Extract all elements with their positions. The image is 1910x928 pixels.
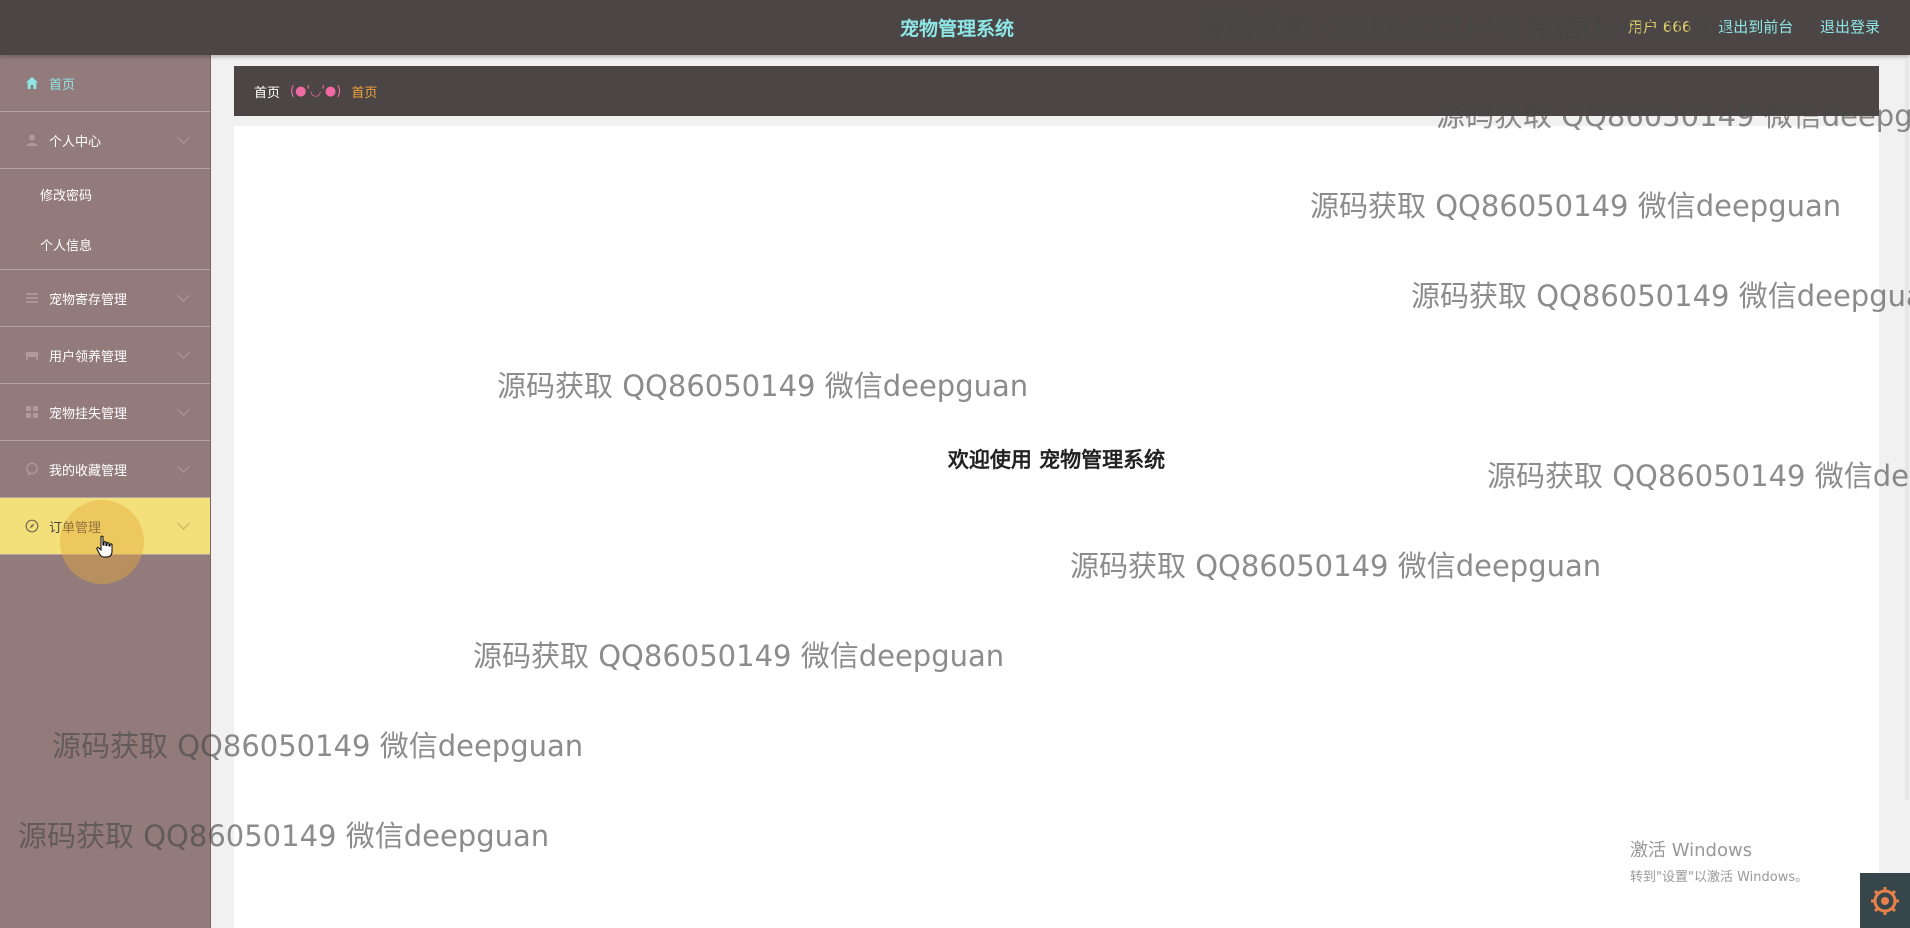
sidebar-item-lost-pets[interactable]: 宠物挂失管理 — [0, 384, 210, 441]
breadcrumb-separator: (●'◡'●) — [290, 83, 342, 99]
front-page-link[interactable]: 退出到前台 — [1718, 18, 1793, 36]
sidebar-item-label: 订单管理 — [49, 520, 102, 536]
bed-icon — [24, 347, 40, 363]
sidebar-menu: 首页 个人中心 修改密码 个人信息 宠物寄存管理 用户领养管理 宠物挂失管理 我… — [0, 55, 211, 928]
list-icon — [24, 290, 40, 306]
app-root: 宠物管理系统 用户 666 退出到前台 退出登录 首页 个人中心 修改密码 个人… — [0, 0, 1910, 928]
gear-icon — [1871, 886, 1899, 915]
grid-icon — [24, 404, 40, 420]
hand-cursor-icon — [96, 535, 114, 563]
breadcrumb-home[interactable]: 首页 — [254, 82, 280, 101]
sidebar-item-personal-center[interactable]: 个人中心 — [0, 112, 210, 169]
breadcrumb-current: 首页 — [351, 85, 378, 101]
floating-widget-button[interactable] — [1860, 873, 1910, 928]
chevron-down-icon — [177, 517, 190, 530]
content-panel: 欢迎使用 宠物管理系统 — [234, 126, 1879, 928]
header-actions: 用户 666 退出到前台 退出登录 — [1606, 16, 1880, 37]
app-title: 宠物管理系统 — [900, 18, 1015, 40]
top-header: 宠物管理系统 用户 666 退出到前台 退出登录 — [0, 0, 1910, 55]
chevron-down-icon — [177, 460, 190, 473]
chevron-down-icon — [177, 403, 190, 416]
submenu-personal-info[interactable]: 个人信息 — [0, 219, 210, 269]
breadcrumb: 首页 (●'◡'●) 首页 — [234, 66, 1879, 116]
windows-activation-notice: 激活 Windows 转到"设置"以激活 Windows。 — [1630, 836, 1808, 885]
sidebar-item-label: 用户领养管理 — [49, 349, 128, 365]
sidebar-item-label: 宠物寄存管理 — [49, 292, 128, 308]
sidebar-item-label: 首页 — [49, 77, 76, 93]
personal-center-submenu: 修改密码 个人信息 — [0, 169, 210, 270]
sidebar-item-home[interactable]: 首页 — [0, 55, 210, 112]
sidebar-item-pet-boarding[interactable]: 宠物寄存管理 — [0, 270, 210, 327]
scrollbar[interactable] — [1905, 60, 1909, 800]
chevron-down-icon — [177, 289, 190, 302]
sidebar-item-adoption[interactable]: 用户领养管理 — [0, 327, 210, 384]
user-icon — [24, 132, 40, 148]
chevron-down-icon — [177, 131, 190, 144]
activation-subtitle: 转到"设置"以激活 Windows。 — [1630, 870, 1809, 885]
main-area: 首页 (●'◡'●) 首页 欢迎使用 宠物管理系统 — [234, 66, 1879, 928]
current-user-label: 用户 666 — [1628, 18, 1692, 36]
home-icon — [24, 75, 40, 91]
activation-title: 激活 Windows — [1630, 840, 1753, 861]
chat-icon — [24, 461, 40, 477]
sidebar-item-label: 个人中心 — [49, 134, 102, 150]
welcome-message: 欢迎使用 宠物管理系统 — [947, 448, 1166, 472]
sidebar-item-favorites[interactable]: 我的收藏管理 — [0, 441, 210, 498]
chevron-down-icon — [177, 346, 190, 359]
compass-icon — [24, 518, 40, 534]
sidebar-item-label: 宠物挂失管理 — [49, 406, 128, 422]
submenu-change-password[interactable]: 修改密码 — [0, 169, 210, 219]
logout-link[interactable]: 退出登录 — [1820, 18, 1880, 36]
sidebar-item-label: 我的收藏管理 — [49, 463, 128, 479]
